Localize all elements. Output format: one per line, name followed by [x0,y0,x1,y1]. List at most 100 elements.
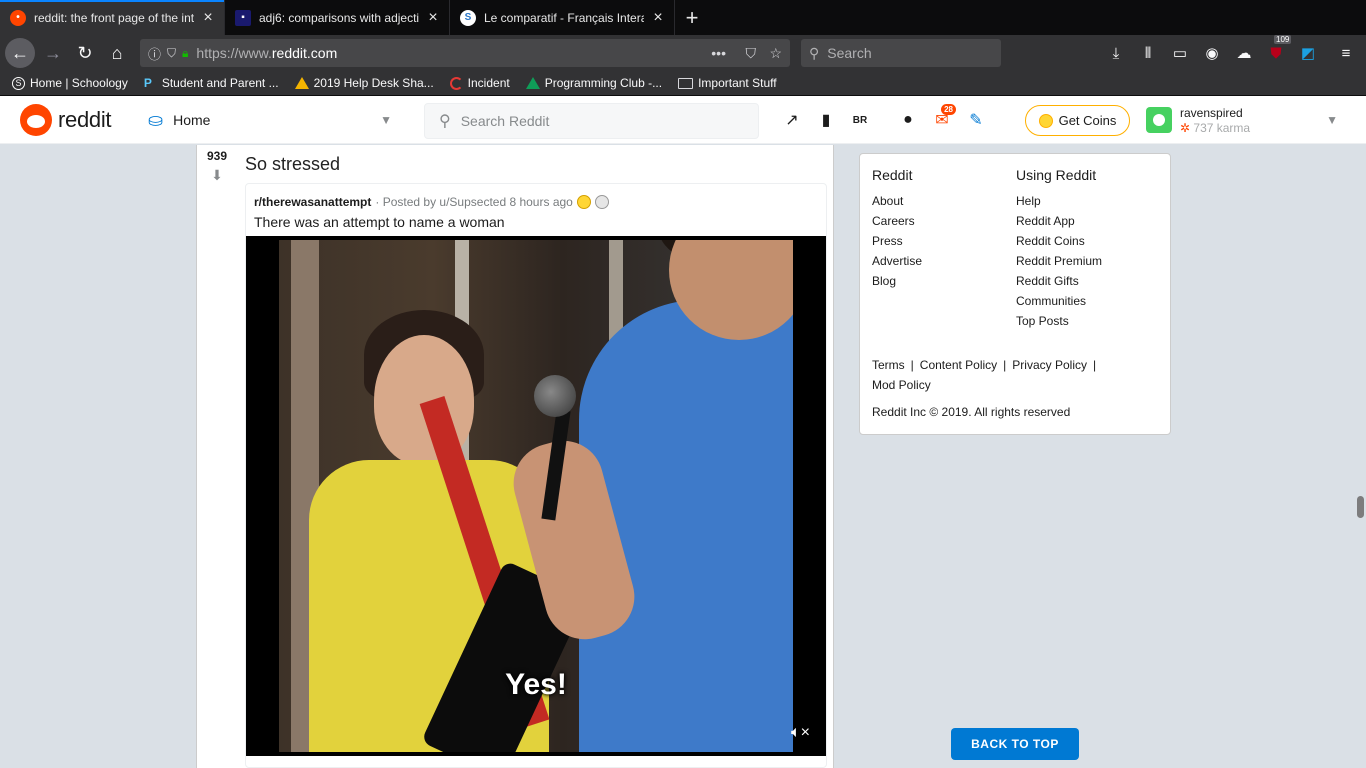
bookmark-label: Incident [467,76,510,90]
google-drive-icon [525,77,540,89]
crosspost-card[interactable]: r/therewasanattempt · Posted by u/Supsec… [245,183,827,768]
mail-icon[interactable]: ✉ 28 [926,104,958,136]
video-player[interactable]: Yes! 🔈︎× [246,236,826,756]
user-dropdown[interactable]: ravenspired ✲ 737 karma ▼ [1146,104,1346,136]
footer-heading: Reddit [872,167,913,183]
footer-col-using-reddit: Using Reddit Help Reddit App Reddit Coin… [1016,167,1102,331]
leaderboard-icon[interactable]: ▮ [810,104,842,136]
sidebar-footer: Reddit About Careers Press Advertise Blo… [859,153,1171,435]
page-actions-icon[interactable]: ••• [711,45,726,61]
menu-icon[interactable]: ≡ [1330,37,1362,69]
pocket-icon[interactable]: ⛉ [746,45,757,62]
extension-blue-icon[interactable]: ◩ [1292,37,1324,69]
close-tab-icon[interactable]: × [200,9,216,27]
extension-badge: 109 [1274,35,1292,44]
bookmark-label: Home | Schoology [30,76,128,90]
home-label: Home [173,112,211,128]
bookmark-label: Student and Parent ... [161,76,279,90]
close-tab-icon[interactable]: × [425,9,441,27]
reddit-favicon-icon: • [10,9,26,26]
folder-icon [678,77,694,89]
close-tab-icon[interactable]: × [650,9,666,27]
bookmark-star-icon[interactable]: ☆ [769,45,782,62]
download-icon[interactable]: ⤓ [1100,37,1132,69]
get-coins-button[interactable]: Get Coins [1025,105,1130,136]
lock-icon: 🔒︎ [182,45,189,60]
extension-icon[interactable]: ☁ [1228,37,1260,69]
footer-link-about[interactable]: About [872,191,922,211]
bookmark-important-stuff[interactable]: Important Stuff [678,76,777,90]
footer-link-advertise[interactable]: Advertise [872,251,922,271]
footer-link-mod-policy[interactable]: Mod Policy [872,378,931,392]
copyright: Reddit Inc © 2019. All rights reserved [872,405,1071,419]
chat-icon[interactable]: ● [892,104,924,136]
reddit-header: reddit ⛀ Home ▼ ⚲ Search Reddit ↗ ▮ BR ●… [0,96,1366,144]
home-ufo-icon: ⛀ [148,109,164,130]
subreddit-link[interactable]: r/therewasanattempt [254,195,371,209]
reload-button[interactable]: ↻ [69,37,101,69]
all-icon[interactable]: BR [844,104,876,136]
post-title[interactable]: So stressed [245,154,340,175]
snoo-icon [20,104,52,136]
reddit-search-input[interactable]: ⚲ Search Reddit [424,103,759,139]
footer-link-reddit-premium[interactable]: Reddit Premium [1016,251,1102,271]
google-drive-icon [294,77,309,89]
home-button[interactable]: ⌂ [101,37,133,69]
footer-link-reddit-app[interactable]: Reddit App [1016,211,1102,231]
footer-link-reddit-coins[interactable]: Reddit Coins [1016,231,1102,251]
tab-comparatif[interactable]: S Le comparatif - Français Interac × [450,0,675,35]
tab-reddit[interactable]: • reddit: the front page of the inte × [0,0,225,35]
bookmark-incident[interactable]: Incident [449,76,510,90]
bookmark-help-desk[interactable]: 2019 Help Desk Sha... [294,76,434,90]
crosspost-title[interactable]: There was an attempt to name a woman [254,214,505,230]
create-post-icon[interactable]: ✎ [960,104,992,136]
footer-link-help[interactable]: Help [1016,191,1102,211]
account-icon[interactable]: ◉ [1196,37,1228,69]
incident-icon [449,76,463,90]
chevron-down-icon: ▼ [380,113,392,127]
mute-icon[interactable]: 🔈︎× [791,724,810,742]
new-tab-button[interactable]: + [675,0,709,35]
video-caption: Yes! [505,668,567,701]
shield-icon[interactable]: ⛉ [167,46,176,61]
ublock-icon[interactable]: ⛊ 109 [1260,35,1292,69]
reddit-wordmark: reddit [58,107,112,132]
bookmark-programming-club[interactable]: Programming Club -... [525,76,662,90]
footer-link-press[interactable]: Press [872,231,922,251]
footer-link-reddit-gifts[interactable]: Reddit Gifts [1016,271,1102,291]
header-actions: ↗ ▮ BR ● ✉ 28 ✎ [776,104,994,136]
footer-link-terms[interactable]: Terms [872,358,905,372]
tab-adj6[interactable]: ▪ adj6: comparisons with adjectiv × [225,0,450,35]
footer-link-top-posts[interactable]: Top Posts [1016,311,1102,331]
popular-trending-icon[interactable]: ↗ [776,104,808,136]
reddit-logo[interactable]: reddit [20,104,112,136]
post-feed: 939 ⬇ So stressed r/therewasanattempt · … [196,145,834,768]
downvote-icon[interactable]: ⬇ [197,167,237,184]
library-icon[interactable]: ⫴ [1132,37,1164,69]
footer-link-careers[interactable]: Careers [872,211,922,231]
scrollbar-thumb[interactable] [1357,496,1364,518]
schoology-icon: S [12,76,25,90]
site-favicon-icon: ▪ [235,9,251,26]
vote-score: 939 [206,149,228,163]
back-to-top-button[interactable]: BACK TO TOP [951,728,1079,760]
browser-search-field[interactable]: ⚲ Search [801,39,1001,67]
separator: | [910,358,914,372]
url-bar[interactable]: ⓘ ⛉ 🔒︎ https://www. reddit.com ••• ⛉ ☆ [140,39,790,67]
forward-button[interactable]: → [37,37,69,69]
bookmark-student-parent[interactable]: P Student and Parent ... [144,76,279,90]
back-button[interactable]: ← [5,38,35,68]
sidebar-icon[interactable]: ▭ [1164,37,1196,69]
footer-link-privacy-policy[interactable]: Privacy Policy [1012,358,1087,372]
home-dropdown[interactable]: ⛀ Home ▼ [148,104,396,136]
crosspost-meta: r/therewasanattempt · Posted by u/Supsec… [254,195,609,209]
username: ravenspired [1180,106,1243,120]
info-icon[interactable]: ⓘ [148,44,161,63]
avatar [1146,107,1172,133]
bookmark-schoology[interactable]: S Home | Schoology [12,76,128,90]
toolbar-icons: ⤓ ⫴ ▭ ◉ ☁ ⛊ 109 ◩ ≡ [1100,35,1362,69]
footer-link-content-policy[interactable]: Content Policy [920,358,997,372]
footer-link-blog[interactable]: Blog [872,271,922,291]
footer-link-communities[interactable]: Communities [1016,291,1102,311]
microphone-icon [534,375,576,417]
